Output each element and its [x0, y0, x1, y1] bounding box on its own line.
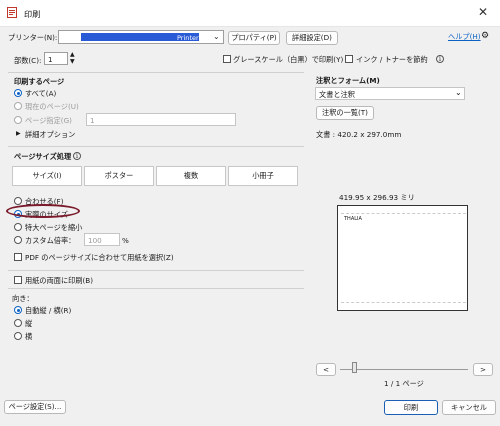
close-icon[interactable]: ✕	[478, 5, 488, 19]
duplex-checkbox[interactable]	[14, 276, 22, 284]
radio-landscape[interactable]	[14, 332, 22, 340]
info-icon[interactable]: i	[73, 152, 81, 160]
separator	[8, 146, 304, 147]
comments-summary-button[interactable]: 注釈の一覧(T)	[316, 106, 374, 120]
advanced-button[interactable]: 詳細設定(D)	[286, 31, 338, 45]
printer-name: Printer	[177, 34, 199, 42]
copies-value: 1	[48, 55, 53, 64]
shrink-label: 特大ページを縮小	[25, 223, 83, 232]
pages-to-print-title: 印刷するページ	[14, 77, 65, 86]
preview-footer	[341, 302, 466, 307]
separator	[8, 270, 304, 271]
copies-label: 部数(C):	[14, 56, 42, 65]
radio-custom-scale[interactable]	[14, 236, 22, 244]
radio-page-range[interactable]	[14, 116, 22, 124]
page-range-input[interactable]: 1	[86, 113, 236, 126]
prev-page-button[interactable]: <	[316, 363, 336, 376]
document-size-label: 文書 : 420.2 x 297.0mm	[316, 130, 402, 139]
auto-orientation-label: 自動縦 / 横(R)	[25, 306, 72, 315]
title-bar: 印刷 ✕	[0, 0, 500, 27]
comments-forms-title: 注釈とフォーム(M)	[316, 76, 380, 85]
comments-forms-select[interactable]: 文書と注釈 ⌄	[315, 87, 465, 100]
grayscale-checkbox[interactable]	[223, 55, 231, 63]
choose-paper-checkbox[interactable]	[14, 253, 22, 261]
preview-size-label: 419.95 x 296.93 ミリ	[339, 193, 415, 202]
portrait-label: 縦	[25, 319, 33, 328]
more-options-label[interactable]: 詳細オプション	[25, 130, 75, 140]
info-icon[interactable]: i	[436, 55, 444, 63]
comments-forms-value: 文書と注釈	[319, 90, 355, 99]
custom-scale-label: カスタム倍率：	[25, 236, 76, 245]
radio-auto-orientation[interactable]	[14, 306, 22, 314]
page-slider-track	[340, 369, 468, 370]
annotation-circle	[6, 204, 80, 218]
radio-all-pages[interactable]	[14, 89, 22, 97]
next-page-button[interactable]: >	[473, 363, 493, 376]
cancel-button[interactable]: キャンセル	[442, 400, 496, 415]
page-count-label: 1 / 1 ページ	[384, 379, 424, 388]
printer-label: プリンター(N):	[8, 33, 58, 42]
percent-label: %	[122, 236, 129, 245]
duplex-label: 用紙の両面に印刷(B)	[25, 276, 94, 285]
radio-current-page[interactable]	[14, 102, 22, 110]
page-range-label: ページ指定(G)	[25, 116, 72, 125]
page-setup-button[interactable]: ページ設定(S)...	[4, 400, 66, 414]
preview-brand: THALIA	[344, 216, 362, 222]
all-pages-label: すべて(A)	[25, 89, 57, 98]
orientation-title: 向き：	[12, 294, 34, 303]
grayscale-label: グレースケール（白黒）で印刷(Y)	[233, 55, 344, 64]
page-slider-thumb[interactable]	[352, 362, 357, 373]
custom-scale-input[interactable]: 100	[84, 233, 120, 246]
save-ink-label: インク / トナーを節約	[356, 55, 428, 64]
separator	[8, 72, 304, 73]
printer-select[interactable]: Printer ⌄	[58, 30, 224, 44]
copies-stepper[interactable]: ▲ ▼	[70, 51, 75, 65]
radio-fit[interactable]	[14, 197, 22, 205]
chevron-down-icon: ⌄	[213, 32, 220, 41]
copies-input[interactable]: 1	[44, 52, 68, 65]
help-icon[interactable]: ⚙	[481, 31, 489, 41]
current-page-label: 現在のページ(U)	[25, 102, 79, 111]
preview-header	[341, 208, 466, 214]
expand-icon[interactable]: ▶	[16, 130, 21, 137]
tab-multiple[interactable]: 複数	[156, 166, 226, 186]
print-app-icon	[7, 7, 17, 18]
print-button[interactable]: 印刷	[384, 400, 438, 415]
chevron-down-icon: ⌄	[455, 88, 462, 97]
radio-shrink[interactable]	[14, 223, 22, 231]
page-preview: THALIA	[337, 205, 468, 311]
tab-poster[interactable]: ポスター	[84, 166, 154, 186]
radio-portrait[interactable]	[14, 319, 22, 327]
page-range-value: 1	[90, 116, 95, 125]
landscape-label: 横	[25, 332, 33, 341]
save-ink-checkbox[interactable]	[345, 55, 353, 63]
separator	[8, 288, 304, 289]
tab-size[interactable]: サイズ(I)	[12, 166, 82, 186]
properties-button[interactable]: プロパティ(P)	[228, 31, 280, 45]
custom-scale-value: 100	[88, 236, 102, 245]
choose-paper-label: PDF のページサイズに合わせて用紙を選択(Z)	[25, 253, 174, 262]
window-title: 印刷	[24, 9, 41, 19]
page-sizing-title: ページサイズ処理	[14, 152, 72, 161]
help-link[interactable]: ヘルプ(H)	[448, 32, 481, 42]
tab-booklet[interactable]: 小冊子	[228, 166, 298, 186]
